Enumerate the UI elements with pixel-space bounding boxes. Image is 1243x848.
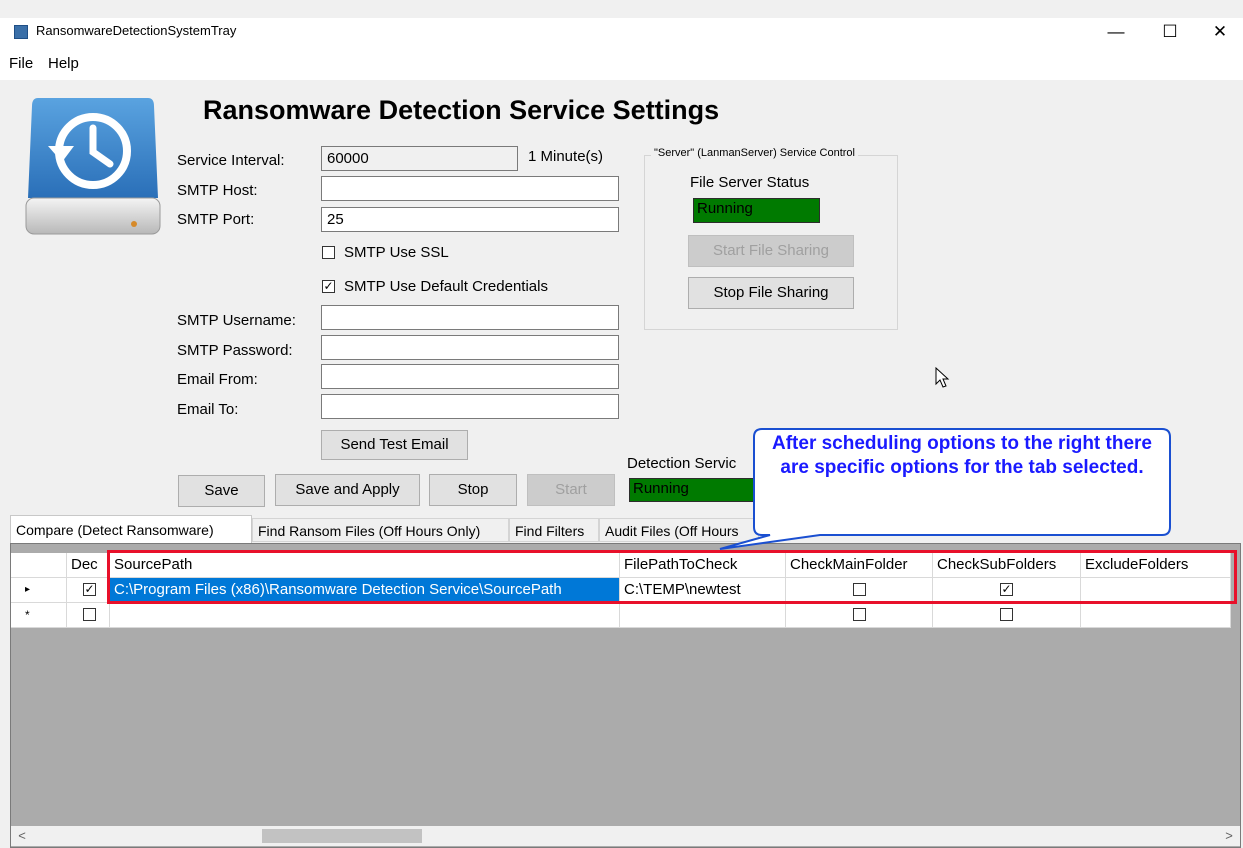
scroll-left-icon[interactable]: < <box>14 826 30 846</box>
email-to-field[interactable] <box>321 394 619 419</box>
default-credentials-label: SMTP Use Default Credentials <box>344 278 548 295</box>
smtp-ssl-checkbox[interactable] <box>322 246 335 259</box>
row-dec-cell[interactable]: ✓ <box>67 578 110 603</box>
new-row-checkmain-cell[interactable] <box>786 603 933 628</box>
stop-file-sharing-button[interactable]: Stop File Sharing <box>688 277 854 309</box>
new-row-sourcepath-cell[interactable] <box>110 603 620 628</box>
tab-compare[interactable]: Compare (Detect Ransomware) <box>10 515 252 543</box>
callout-text: After scheduling options to the right th… <box>772 433 1152 478</box>
new-row-checksub-cell[interactable] <box>933 603 1081 628</box>
title-bar: RansomwareDetectionSystemTray — ☐ ✕ <box>0 18 1243 46</box>
highlight-box <box>107 550 1237 604</box>
tab-find-filters[interactable]: Find Filters <box>509 518 599 542</box>
horizontal-scrollbar[interactable] <box>11 826 1240 846</box>
smtp-host-field[interactable] <box>321 176 619 201</box>
window-title: RansomwareDetectionSystemTray <box>36 23 237 38</box>
new-row-filepath-cell[interactable] <box>620 603 786 628</box>
minimize-button[interactable]: — <box>1093 18 1139 46</box>
app-icon <box>14 25 28 39</box>
file-server-status-label: File Server Status <box>690 174 810 191</box>
row-marker[interactable]: ▸ <box>11 578 67 603</box>
smtp-ssl-label: SMTP Use SSL <box>344 244 449 261</box>
new-row-dec-cell[interactable] <box>67 603 110 628</box>
send-test-email-button[interactable]: Send Test Email <box>321 430 468 460</box>
email-to-label: Email To: <box>177 401 239 418</box>
smtp-host-label: SMTP Host: <box>177 182 258 199</box>
smtp-username-label: SMTP Username: <box>177 312 296 329</box>
page-title: Ransomware Detection Service Settings <box>203 95 720 125</box>
scrollbar-thumb[interactable] <box>262 829 422 843</box>
new-row-checkmain-checkbox[interactable] <box>853 608 866 621</box>
start-file-sharing-button[interactable]: Start File Sharing <box>688 235 854 267</box>
grid-header-dec[interactable]: Dec <box>67 553 110 578</box>
default-credentials-checkbox[interactable]: ✓ <box>322 280 335 293</box>
start-button[interactable]: Start <box>527 474 615 506</box>
menu-file[interactable]: File <box>9 55 33 72</box>
backup-drive-icon <box>25 98 161 235</box>
tab-find-ransom-files[interactable]: Find Ransom Files (Off Hours Only) <box>252 518 509 542</box>
email-from-field[interactable] <box>321 364 619 389</box>
server-group-title: "Server" (LanmanServer) Service Control <box>651 147 858 159</box>
save-and-apply-button[interactable]: Save and Apply <box>275 474 420 506</box>
smtp-password-label: SMTP Password: <box>177 342 293 359</box>
new-row-dec-checkbox[interactable] <box>83 608 96 621</box>
file-server-status-value: Running <box>693 198 820 223</box>
smtp-username-field[interactable] <box>321 305 619 330</box>
menu-bar: File Help <box>0 46 1243 80</box>
scroll-right-icon[interactable]: > <box>1221 826 1237 846</box>
maximize-button[interactable]: ☐ <box>1147 18 1193 46</box>
new-row-exclude-cell[interactable] <box>1081 603 1231 628</box>
stop-button[interactable]: Stop <box>429 474 517 506</box>
menu-help[interactable]: Help <box>48 55 79 72</box>
service-interval-field[interactable]: 60000 <box>321 146 518 171</box>
new-row-checksub-checkbox[interactable] <box>1000 608 1013 621</box>
new-row-marker[interactable]: * <box>11 603 67 628</box>
interval-minutes-label: 1 Minute(s) <box>528 148 604 165</box>
email-from-label: Email From: <box>177 371 258 388</box>
grid-header-corner <box>11 553 67 578</box>
smtp-port-label: SMTP Port: <box>177 211 255 228</box>
row-dec-checkbox[interactable]: ✓ <box>83 583 96 596</box>
close-button[interactable]: ✕ <box>1197 18 1243 46</box>
service-interval-label: Service Interval: <box>177 152 285 169</box>
cursor-icon <box>935 367 950 388</box>
smtp-password-field[interactable] <box>321 335 619 360</box>
smtp-port-field[interactable]: 25 <box>321 207 619 232</box>
save-button[interactable]: Save <box>178 475 265 507</box>
